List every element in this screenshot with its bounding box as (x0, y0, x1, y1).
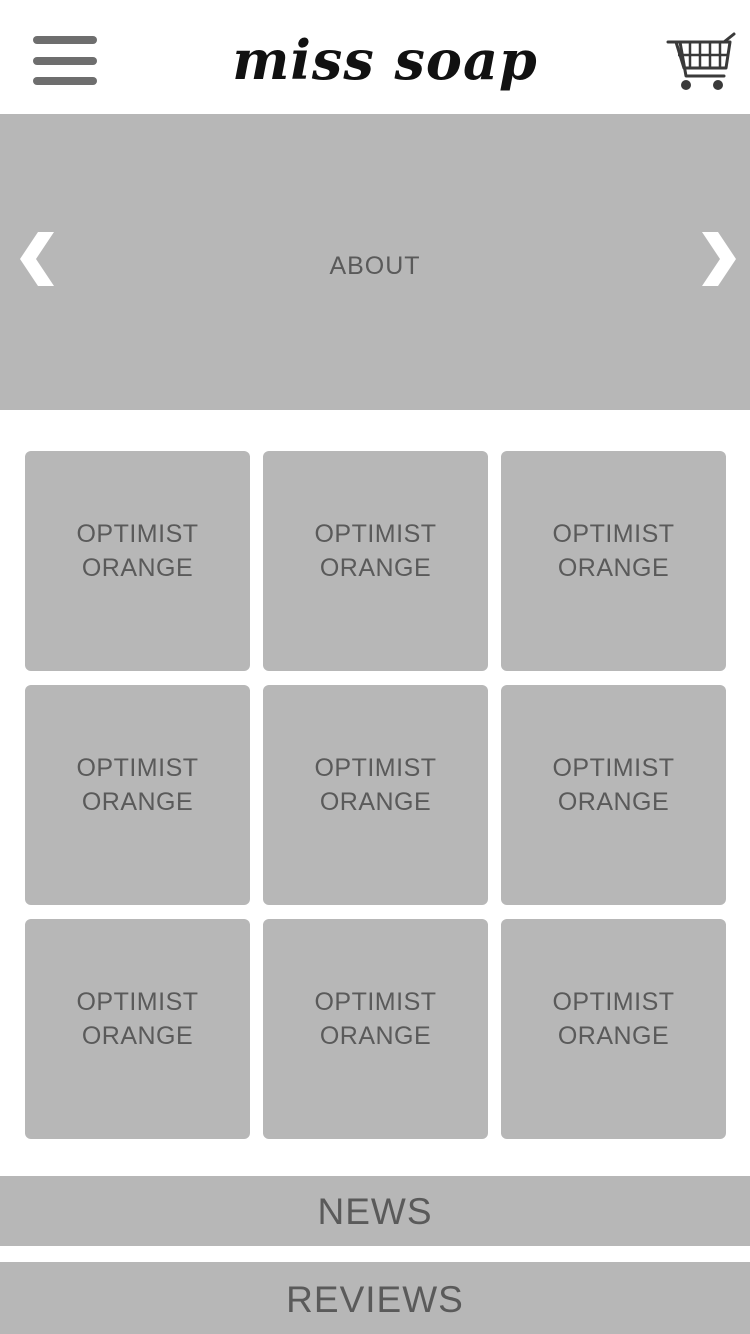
carousel-title: ABOUT (329, 252, 421, 280)
product-tile[interactable]: OPTIMIST ORANGE (501, 685, 726, 905)
product-name-line: OPTIMIST (314, 754, 437, 782)
hamburger-menu-icon[interactable] (33, 36, 97, 88)
product-name-line: OPTIMIST (314, 988, 437, 1016)
app-header: miss soap (0, 0, 750, 114)
menu-bar (33, 57, 97, 65)
product-tile[interactable]: OPTIMIST ORANGE (25, 919, 250, 1139)
chevron-right-icon[interactable] (690, 224, 740, 294)
product-tile[interactable]: OPTIMIST ORANGE (263, 919, 488, 1139)
product-name-line: ORANGE (319, 788, 432, 816)
product-name-line: OPTIMIST (76, 754, 199, 782)
product-name-line: OPTIMIST (552, 988, 675, 1016)
product-name-line: ORANGE (81, 554, 194, 582)
product-tile[interactable]: OPTIMIST ORANGE (501, 919, 726, 1139)
product-name-line: ORANGE (319, 554, 432, 582)
product-name-line: OPTIMIST (314, 520, 437, 548)
product-tile[interactable]: OPTIMIST ORANGE (263, 451, 488, 671)
product-tile[interactable]: OPTIMIST ORANGE (501, 451, 726, 671)
product-name-line: ORANGE (81, 1022, 194, 1050)
product-tile[interactable]: OPTIMIST ORANGE (25, 685, 250, 905)
news-button[interactable]: NEWS (0, 1176, 750, 1246)
product-tile[interactable]: OPTIMIST ORANGE (25, 451, 250, 671)
product-name-line: ORANGE (557, 788, 670, 816)
product-name-line: OPTIMIST (552, 754, 675, 782)
reviews-button[interactable]: REVIEWS (0, 1262, 750, 1334)
brand-logo[interactable]: miss soap (225, 20, 545, 100)
shopping-cart-icon[interactable] (666, 28, 738, 94)
product-name-line: ORANGE (557, 554, 670, 582)
menu-bar (33, 36, 97, 44)
product-tile[interactable]: OPTIMIST ORANGE (263, 685, 488, 905)
product-name-line: OPTIMIST (552, 520, 675, 548)
product-name-line: ORANGE (557, 1022, 670, 1050)
product-name-line: OPTIMIST (76, 988, 199, 1016)
about-carousel[interactable]: ABOUT (0, 114, 750, 410)
shopping-cart-icon-graphic (666, 32, 736, 90)
chevron-right-icon-graphic (702, 232, 736, 286)
menu-bar (33, 77, 97, 85)
product-name-line: ORANGE (319, 1022, 432, 1050)
product-name-line: ORANGE (81, 788, 194, 816)
product-name-line: OPTIMIST (76, 520, 199, 548)
